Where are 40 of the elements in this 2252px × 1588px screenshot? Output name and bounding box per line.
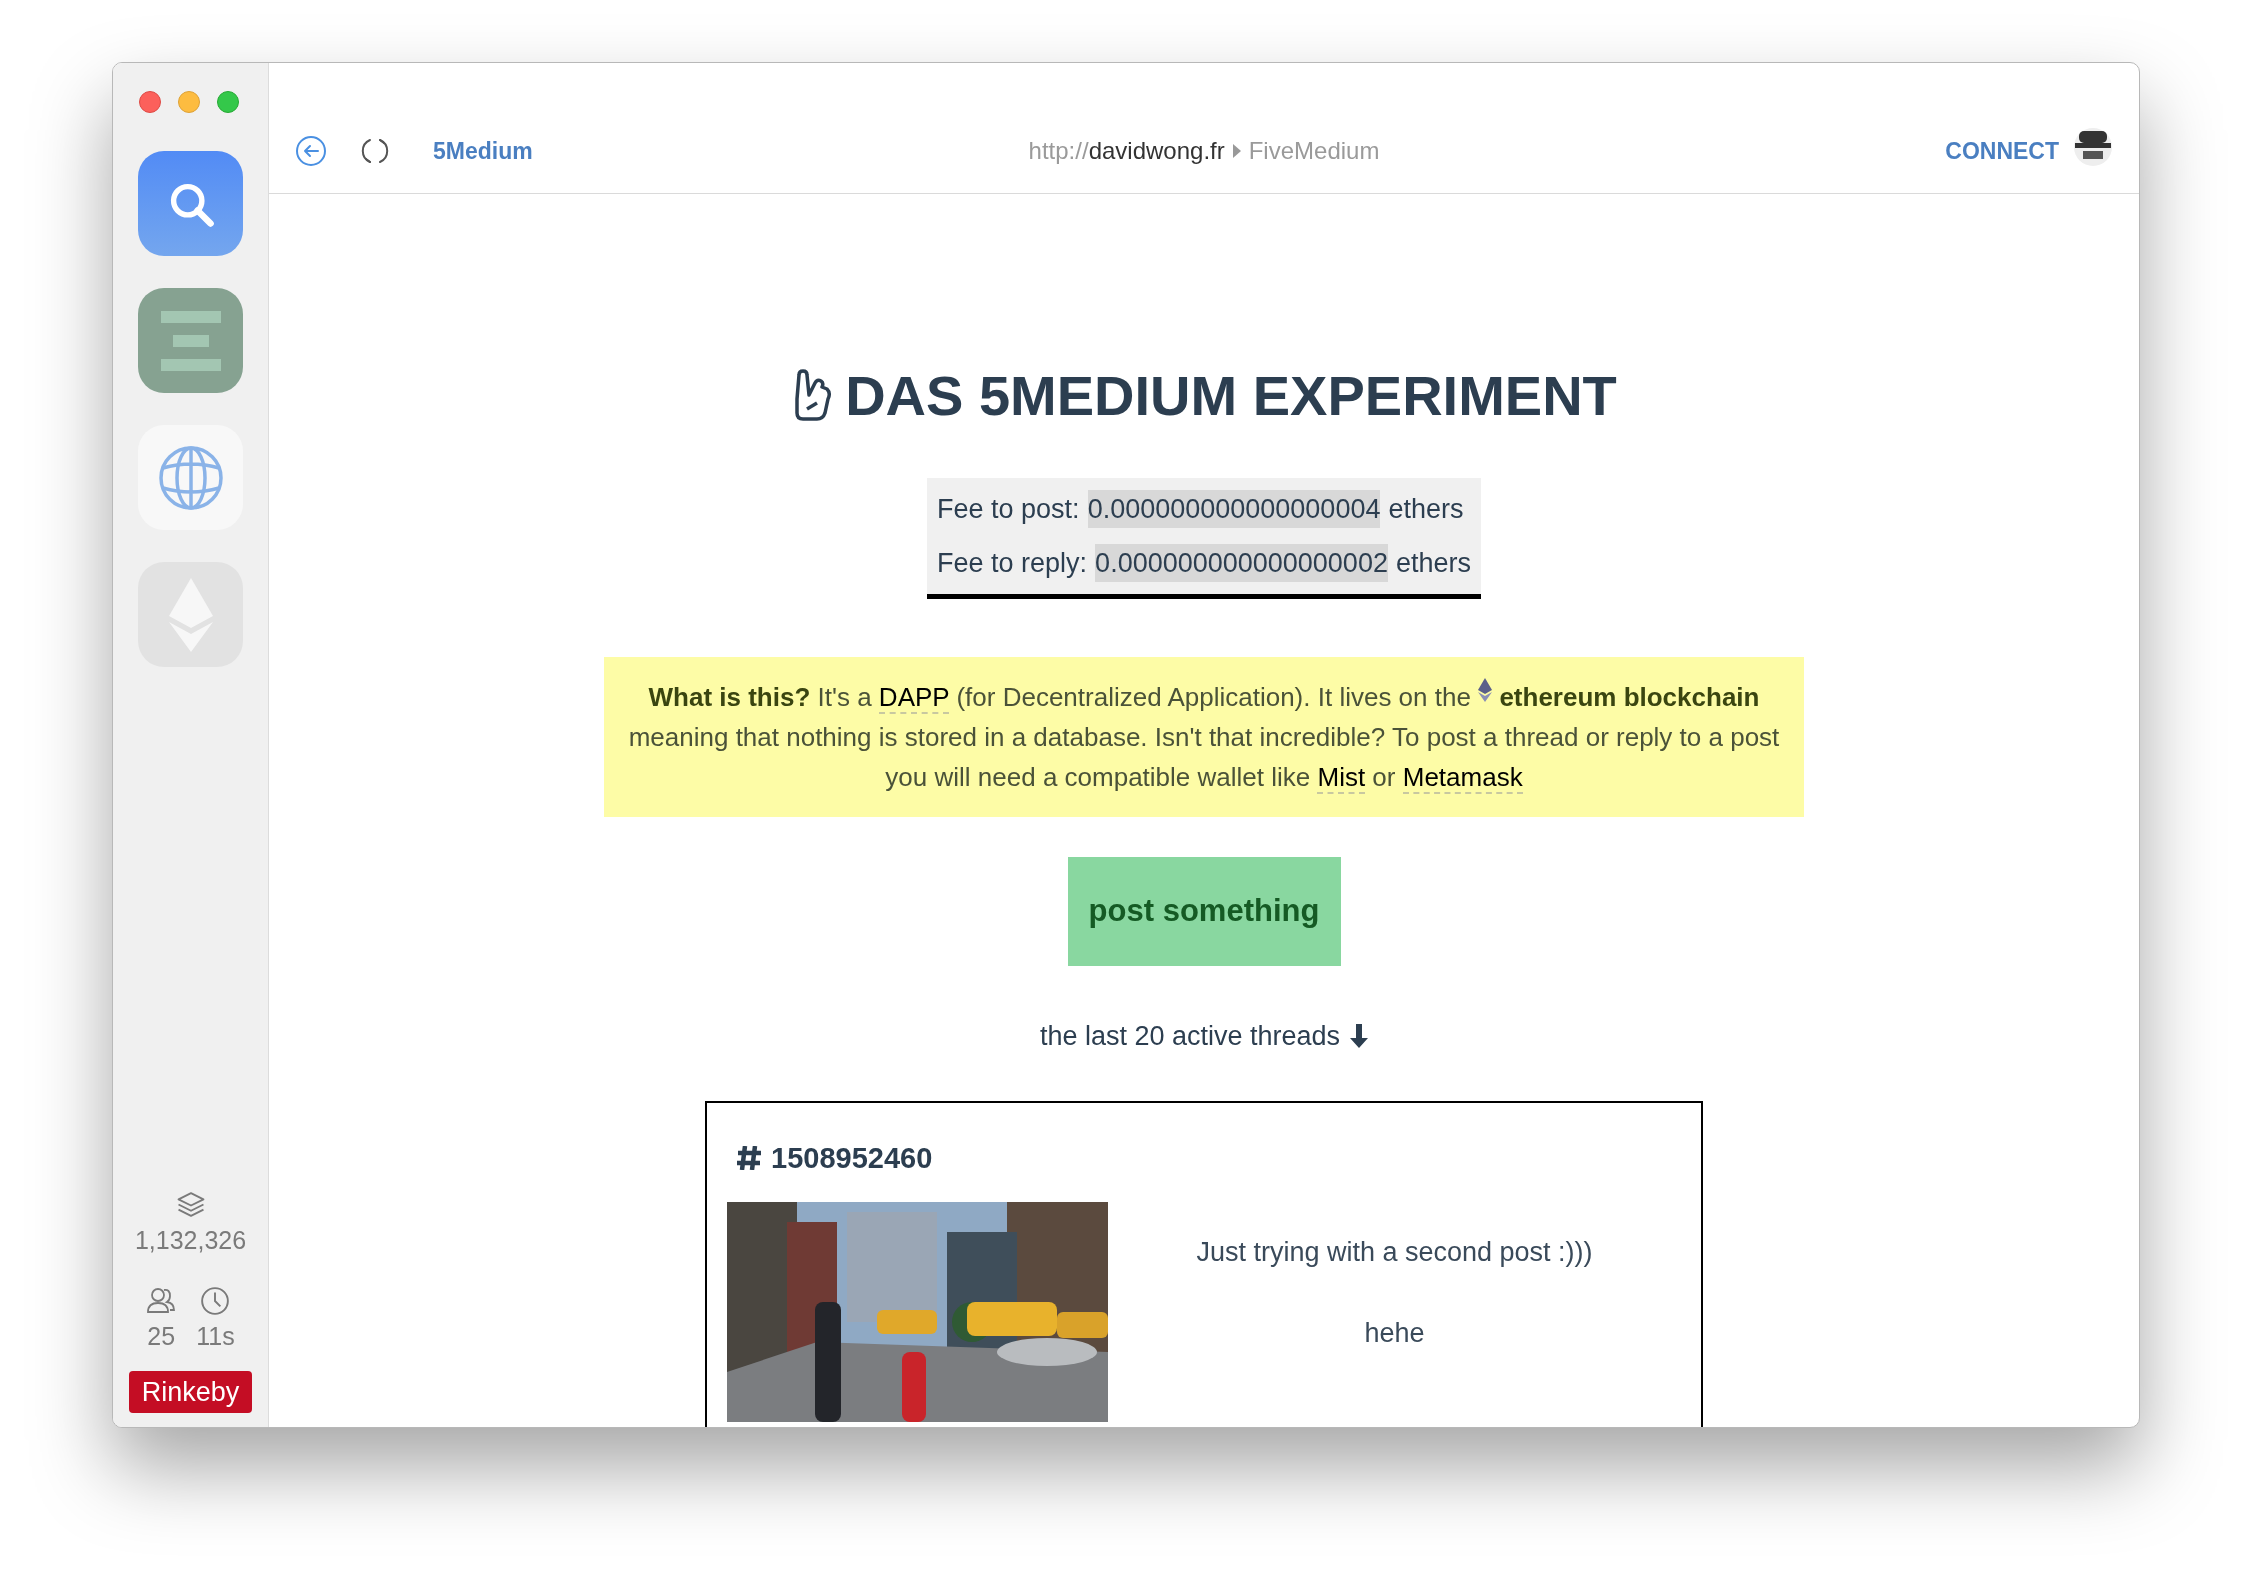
close-window-button[interactable] xyxy=(139,91,161,113)
bars-icon xyxy=(160,310,221,371)
search-app-tile[interactable] xyxy=(138,151,243,256)
maximize-window-button[interactable] xyxy=(217,91,239,113)
block-number: 1,132,326 xyxy=(134,1225,247,1256)
notice-text: What is this? It's a DAPP (for Decentralized Application). It lives on the ethereum blockchain meaning that nothing is stored in a database. Isn't that incredible? To post a thread or reply to a post you will need a compatible wallet like Mist or Metamask xyxy=(628,677,1780,797)
clock-icon xyxy=(200,1285,231,1316)
last-block-time: 11s xyxy=(196,1320,235,1352)
threads-heading: the last 20 active threads xyxy=(1039,1020,1341,1053)
avatar-icon[interactable] xyxy=(2073,127,2113,167)
minimize-window-button[interactable] xyxy=(178,91,200,113)
fee-amount: 0.000000000000000004 xyxy=(1087,490,1381,528)
caret-icon xyxy=(1232,144,1241,158)
link[interactable]: Mist xyxy=(1317,762,1366,794)
browser-app-tile[interactable] xyxy=(138,425,243,530)
back-button[interactable] xyxy=(295,135,327,167)
address-bar[interactable]: http://davidwong.fr FiveMedium xyxy=(1028,135,1380,167)
hash-icon xyxy=(737,1146,761,1171)
down-arrow-icon xyxy=(1350,1024,1369,1049)
link[interactable]: DAPP xyxy=(878,682,950,714)
fee-unit: ethers xyxy=(1395,547,1471,580)
post-text: hehe xyxy=(1364,1316,1425,1350)
app-name: 5Medium xyxy=(433,137,533,166)
thread-id: 1508952460 xyxy=(771,1140,933,1176)
globe-icon xyxy=(158,445,223,510)
network-badge: Rinkeby xyxy=(129,1371,252,1413)
layers-icon xyxy=(175,1191,206,1218)
fee-amount: 0.000000000000000002 xyxy=(1095,544,1388,582)
post-text: Just trying with a second post :))) xyxy=(1196,1236,1593,1269)
post-button[interactable]: post something xyxy=(1067,857,1341,966)
link[interactable]: Metamask xyxy=(1402,762,1523,794)
app-tile[interactable] xyxy=(138,288,243,393)
page-title: DAS 5MEDIUM EXPERIMENT xyxy=(845,364,1617,428)
ethereum-icon xyxy=(1478,678,1493,702)
fee-unit: ethers xyxy=(1388,493,1464,526)
connect-button[interactable]: CONNECT xyxy=(1945,135,2059,167)
peers-icon xyxy=(146,1285,177,1314)
fee-label: Fee to post: xyxy=(937,493,1080,526)
fee-label: Fee to reply: xyxy=(937,547,1088,580)
peer-count: 25 xyxy=(147,1320,176,1352)
